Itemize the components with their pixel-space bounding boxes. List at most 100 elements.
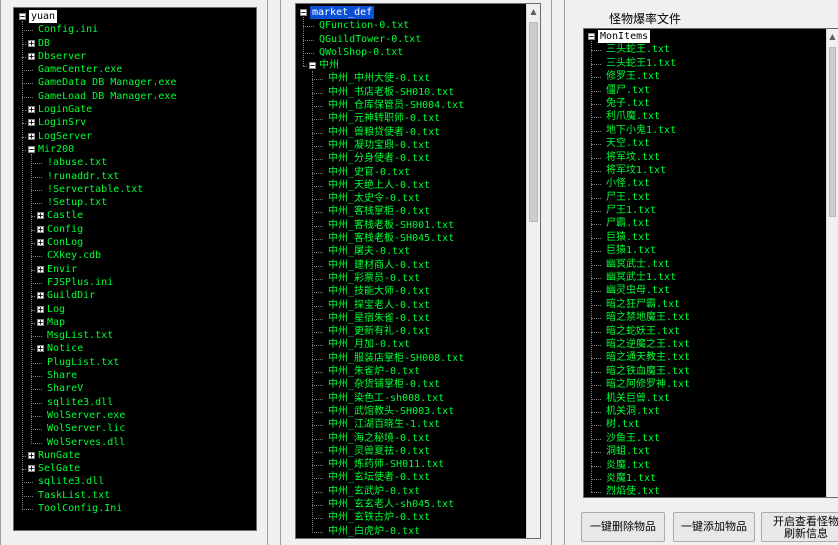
tree-node[interactable]: 将军坟1.txt: [584, 164, 838, 177]
tree-node[interactable]: 中州_中州大使-0.txt: [296, 72, 540, 85]
tree-node[interactable]: GameCenter.exe: [14, 63, 256, 76]
tree-node[interactable]: + LoginSrv: [14, 116, 256, 129]
tree-node[interactable]: − 中州: [296, 59, 540, 72]
tree-node[interactable]: 中州_天绝上人-0.txt: [296, 179, 540, 192]
tree-node[interactable]: 三头蛇王1.txt: [584, 57, 838, 70]
tree-node[interactable]: 暗之蛇妖王.txt: [584, 325, 838, 338]
tree-node[interactable]: 中州_技能大师-0.txt: [296, 285, 540, 298]
tree-node[interactable]: + Dbserver: [14, 50, 256, 63]
tree-node[interactable]: 中州_凝功宝鼎-0.txt: [296, 139, 540, 152]
tree-node[interactable]: 中州_分身使者-0.txt: [296, 152, 540, 165]
tree-node[interactable]: + SelGate: [14, 462, 256, 475]
tree-node[interactable]: 幽灵虫母.txt: [584, 284, 838, 297]
tree-node[interactable]: 炎魔1.txt: [584, 472, 838, 485]
tree-node[interactable]: + GuildDir: [14, 289, 256, 302]
tree-node[interactable]: − MonItems: [584, 30, 838, 44]
tree-node[interactable]: 暗之铁血魔王.txt: [584, 365, 838, 378]
expand-toggle-icon[interactable]: +: [28, 52, 35, 60]
tree-node[interactable]: 利爪魔.txt: [584, 110, 838, 123]
tree-node[interactable]: 树.txt: [584, 418, 838, 431]
expand-toggle-icon[interactable]: +: [28, 132, 35, 140]
tree-node[interactable]: 中州_客栈老板-SH045.txt: [296, 232, 540, 245]
tree-node[interactable]: 修罗王.txt: [584, 70, 838, 83]
scroll-up-arrow-icon[interactable]: ▲: [527, 4, 540, 20]
tree-node[interactable]: 中州_灵兽夏祛-0.txt: [296, 445, 540, 458]
expand-toggle-icon[interactable]: +: [37, 345, 44, 353]
tree-node[interactable]: + ConLog: [14, 236, 256, 249]
tree-node[interactable]: 巨猿.txt: [584, 231, 838, 244]
tree-node[interactable]: 中州_武馆教头-SH003.txt: [296, 405, 540, 418]
collapse-toggle-icon[interactable]: −: [28, 145, 35, 153]
tree-node[interactable]: − market_def: [296, 6, 540, 20]
tree-node[interactable]: !runaddr.txt: [14, 170, 256, 183]
tree-node[interactable]: 中州_星宿朱雀-0.txt: [296, 312, 540, 325]
expand-toggle-icon[interactable]: +: [37, 239, 44, 247]
tree-node[interactable]: 天空.txt: [584, 137, 838, 150]
collapse-toggle-icon[interactable]: −: [588, 33, 595, 41]
tree-node[interactable]: MsgList.txt: [14, 329, 256, 342]
expand-toggle-icon[interactable]: +: [28, 106, 35, 114]
file-tree-root[interactable]: − yuan Config.ini + DB + Dbserver GameCenter.ex…: [13, 7, 257, 531]
tree-node[interactable]: sqlite3.dll: [14, 396, 256, 409]
tree-node[interactable]: 尸霸.txt: [584, 217, 838, 230]
tree-node[interactable]: + Castle: [14, 209, 256, 222]
tree-node[interactable]: 中州_元神转职师-0.txt: [296, 112, 540, 125]
tree-node[interactable]: 中州_服装店掌柜-SH008.txt: [296, 352, 540, 365]
tree-node[interactable]: ShareV: [14, 382, 256, 395]
tree-node[interactable]: 三头蛇王.txt: [584, 43, 838, 56]
tree-node[interactable]: 中州_杂货铺掌柜-0.txt: [296, 378, 540, 391]
tree-node[interactable]: − yuan: [14, 10, 256, 24]
expand-toggle-icon[interactable]: +: [37, 318, 44, 326]
monitems-tree[interactable]: − MonItems 三头蛇王.txt 三头蛇王1.txt 修罗王.txt 僵尸.txt 兔…: [583, 28, 838, 498]
tree-node[interactable]: 中州_屠夫-0.txt: [296, 245, 540, 258]
tree-node[interactable]: 中州_史官-0.txt: [296, 166, 540, 179]
tree-node[interactable]: 幽冥武士.txt: [584, 258, 838, 271]
tree-node[interactable]: QGuildTower-0.txt: [296, 33, 540, 46]
tree-node[interactable]: 中州_太史令-0.txt: [296, 192, 540, 205]
tree-node[interactable]: + RunGate: [14, 449, 256, 462]
tree-node[interactable]: 尸王.txt: [584, 191, 838, 204]
tree-node[interactable]: FJSPlus.ini: [14, 276, 256, 289]
tree-node[interactable]: 炎魔.txt: [584, 459, 838, 472]
tree-node[interactable]: 小怪.txt: [584, 177, 838, 190]
tree-node[interactable]: 中州_彩票员-0.txt: [296, 272, 540, 285]
scrollbar-thumb[interactable]: [529, 22, 538, 222]
tree-node[interactable]: 巨猿1.txt: [584, 244, 838, 257]
tree-node[interactable]: Share: [14, 369, 256, 382]
tree-node[interactable]: GameData DB Manager.exe: [14, 76, 256, 89]
market-tree[interactable]: − market_def QFunction-0.txt QGuildTower-0.…: [295, 3, 541, 539]
tree-node[interactable]: 兔子.txt: [584, 97, 838, 110]
tree-node[interactable]: !Servertable.txt: [14, 183, 256, 196]
collapse-toggle-icon[interactable]: −: [300, 9, 307, 17]
add-all-items-button[interactable]: 一键添加物品: [673, 512, 755, 542]
expand-toggle-icon[interactable]: +: [37, 305, 44, 313]
tree-node[interactable]: 中州_朱雀炉-0.txt: [296, 365, 540, 378]
tree-node[interactable]: 烈焰使.txt: [584, 485, 838, 497]
tree-node[interactable]: 中州_玄武炉-0.txt: [296, 485, 540, 498]
expand-toggle-icon[interactable]: +: [28, 119, 35, 127]
tree-node[interactable]: WolServer.lic: [14, 422, 256, 435]
tree-node[interactable]: QWolShop-0.txt: [296, 46, 540, 59]
tree-node[interactable]: ToolConfig.Ini: [14, 502, 256, 515]
open-monster-view-button[interactable]: 开启查看怪物 刷新信息: [761, 512, 838, 542]
expand-toggle-icon[interactable]: +: [37, 225, 44, 233]
tree-node[interactable]: 机关巨兽.txt: [584, 392, 838, 405]
tree-node[interactable]: 中州_海之秘境-0.txt: [296, 432, 540, 445]
tree-node[interactable]: 中州_玄玄老人-sh045.txt: [296, 498, 540, 511]
tree-node[interactable]: + Notice: [14, 342, 256, 355]
expand-toggle-icon[interactable]: +: [37, 265, 44, 273]
tree-node[interactable]: 中州_炼药师-SH011.txt: [296, 458, 540, 471]
tree-node[interactable]: 中州_染色工-sh008.txt: [296, 392, 540, 405]
market-tree-scrollbar[interactable]: ▲: [526, 4, 540, 538]
tree-node[interactable]: 中州_建材商人-0.txt: [296, 259, 540, 272]
tree-node[interactable]: 地下小鬼1.txt: [584, 124, 838, 137]
tree-node[interactable]: + Envir: [14, 263, 256, 276]
tree-node[interactable]: !abuse.txt: [14, 156, 256, 169]
tree-node[interactable]: 中州_江湖百晓生-1.txt: [296, 418, 540, 431]
expand-toggle-icon[interactable]: +: [28, 451, 35, 459]
tree-node[interactable]: 中州_玄坛使者-0.txt: [296, 471, 540, 484]
tree-node[interactable]: 幽冥武士1.txt: [584, 271, 838, 284]
tree-node[interactable]: 中州_玄铁古炉-0.txt: [296, 511, 540, 524]
tree-node[interactable]: 中州_探宝老人-0.txt: [296, 299, 540, 312]
expand-toggle-icon[interactable]: +: [37, 292, 44, 300]
